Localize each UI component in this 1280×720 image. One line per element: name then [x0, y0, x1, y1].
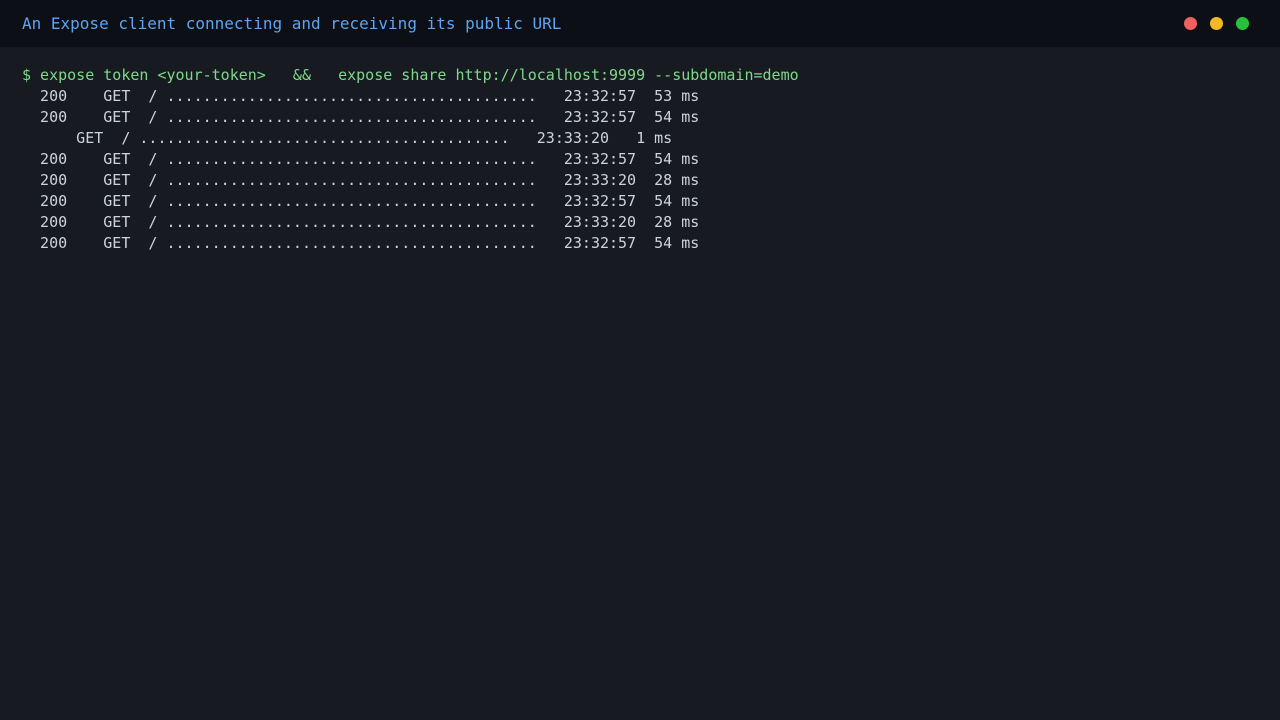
- minimize-window-icon[interactable]: [1210, 17, 1223, 30]
- title-bar: An Expose client connecting and receivin…: [0, 0, 1280, 47]
- window-title: An Expose client connecting and receivin…: [22, 14, 562, 33]
- log-line: 200 GET / ..............................…: [22, 234, 700, 252]
- log-line: 200 GET / ..............................…: [22, 150, 700, 168]
- log-line: GET / ..................................…: [22, 129, 673, 147]
- close-window-icon[interactable]: [1184, 17, 1197, 30]
- log-line: 200 GET / ..............................…: [22, 213, 700, 231]
- log-line: 200 GET / ..............................…: [22, 192, 700, 210]
- log-line: 200 GET / ..............................…: [22, 87, 700, 105]
- log-line: 200 GET / ..............................…: [22, 108, 700, 126]
- maximize-window-icon[interactable]: [1236, 17, 1249, 30]
- command-line: $ expose token <your-token> && expose sh…: [22, 66, 799, 84]
- terminal-output[interactable]: $ expose token <your-token> && expose sh…: [22, 65, 1258, 254]
- log-line: 200 GET / ..............................…: [22, 171, 700, 189]
